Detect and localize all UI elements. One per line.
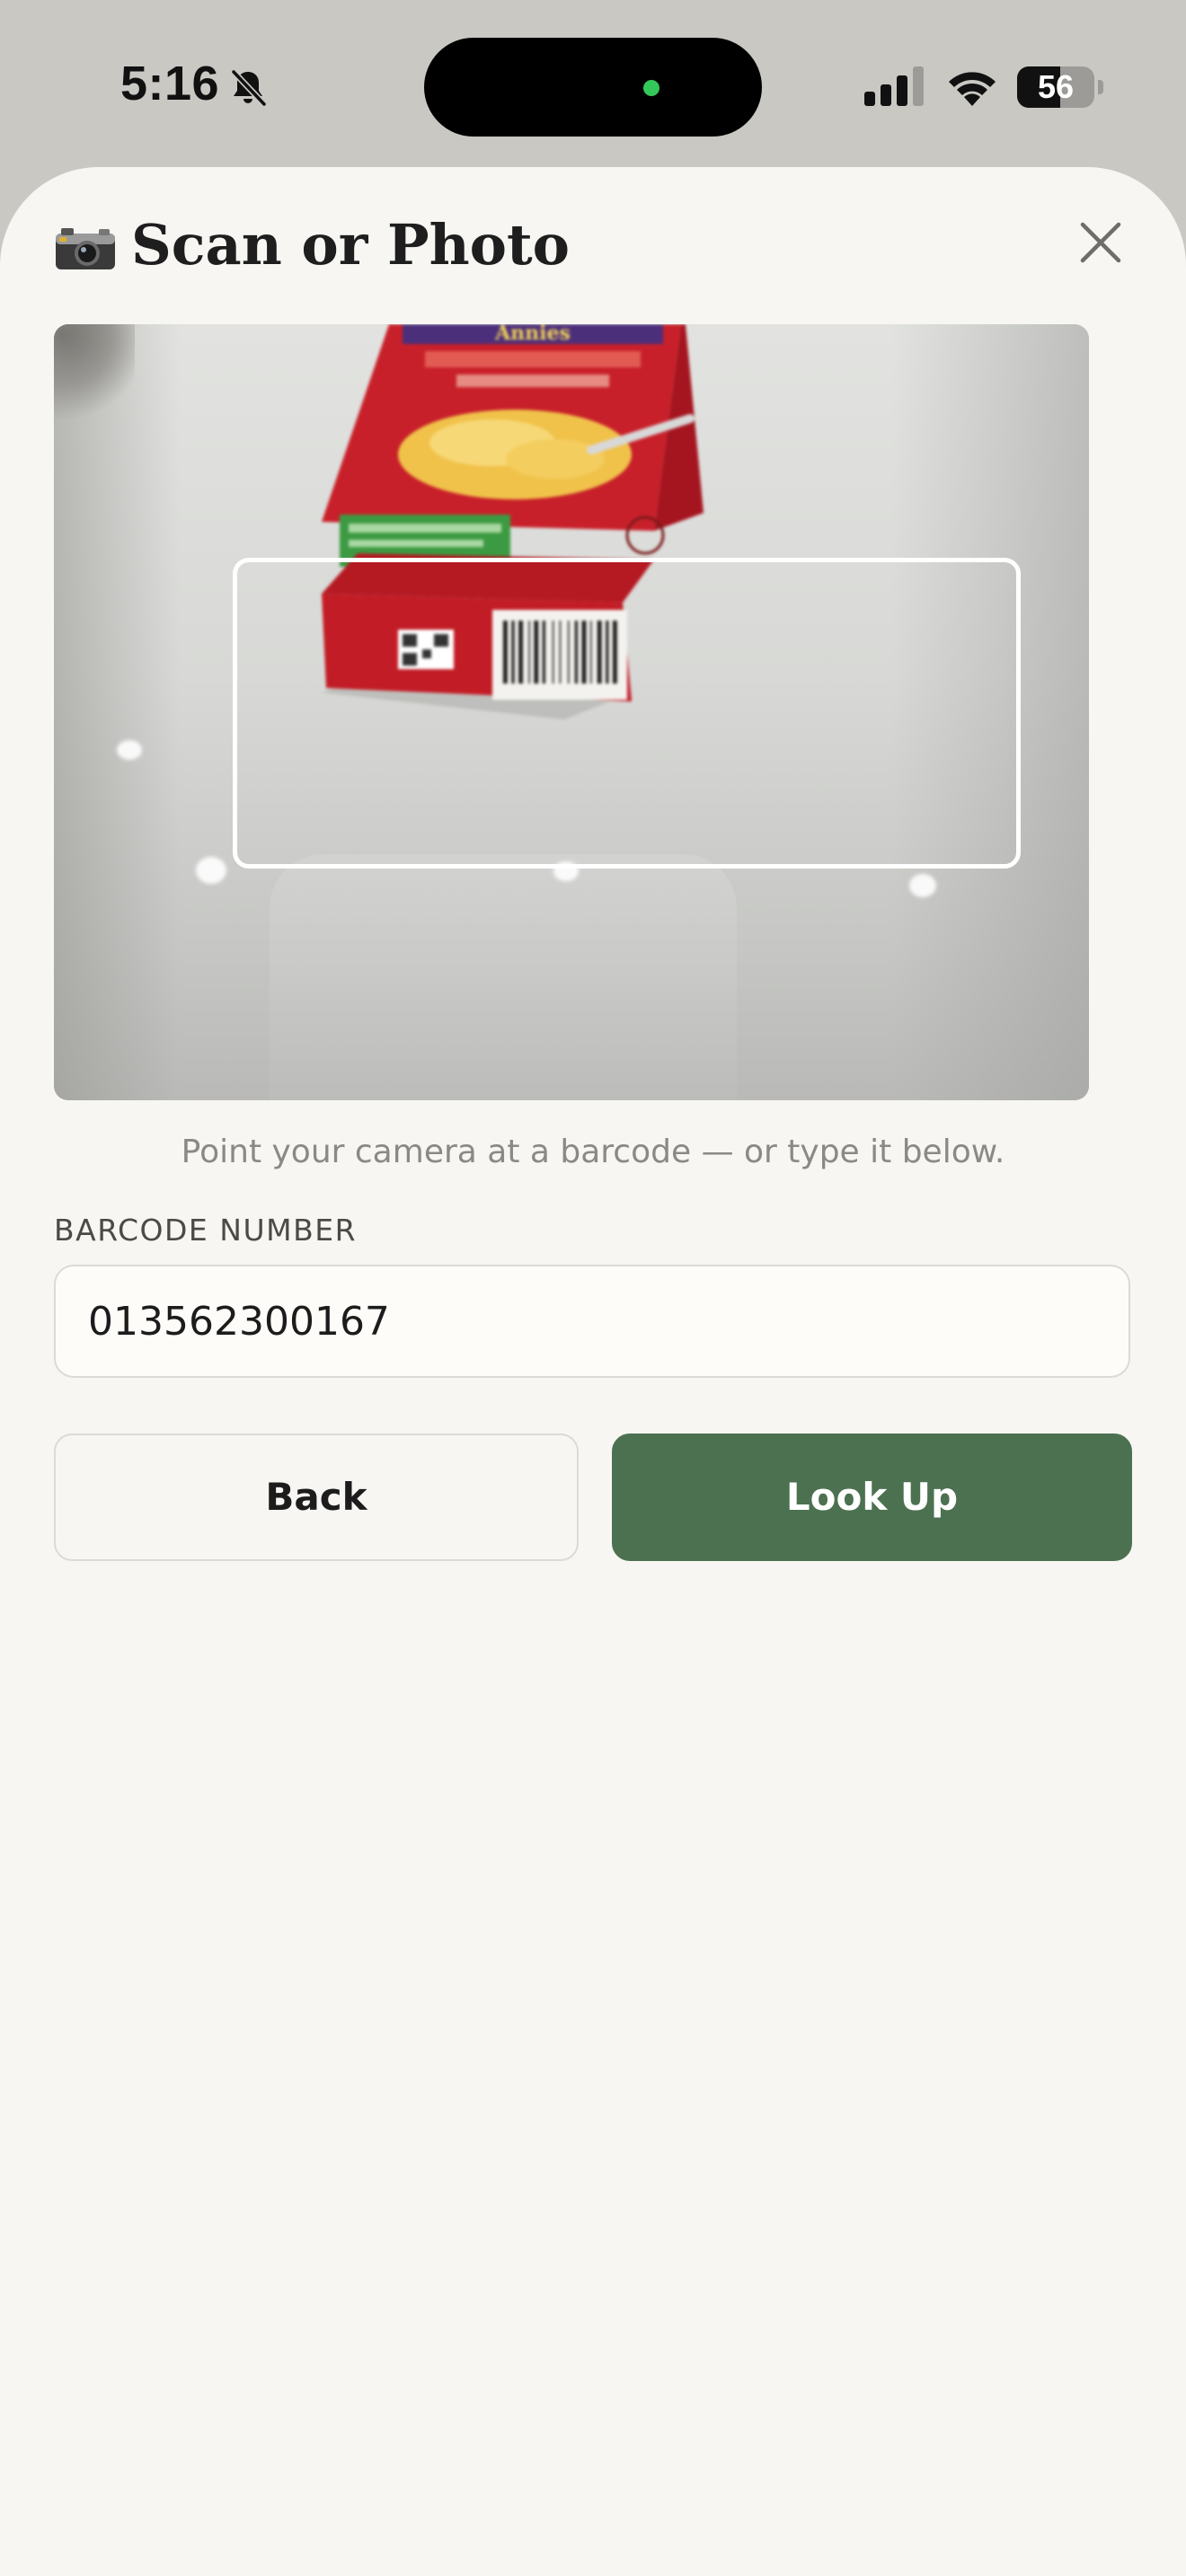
back-button[interactable]: Back: [54, 1434, 579, 1561]
scan-sheet: Scan or Photo Annies Point your camera a…: [0, 167, 1186, 2576]
look-up-button[interactable]: Look Up: [612, 1434, 1132, 1561]
scan-frame: [233, 558, 1021, 869]
camera-in-use-indicator: [643, 80, 659, 96]
barcode-field-label: BARCODE NUMBER: [54, 1213, 357, 1248]
sheet-title: Scan or Photo: [131, 212, 571, 278]
wifi-icon: [949, 72, 996, 106]
close-icon[interactable]: [1074, 216, 1128, 269]
cellular-signal-icon: [864, 66, 924, 106]
battery-icon: 56: [1017, 66, 1103, 108]
scan-hint: Point your camera at a barcode — or type…: [181, 1134, 1005, 1170]
status-bar: 5:16 56: [0, 0, 1186, 167]
bell-slash-icon: [231, 69, 267, 107]
svg-text:Annies: Annies: [494, 324, 571, 345]
barcode-input[interactable]: [54, 1265, 1130, 1378]
camera-icon: [56, 228, 115, 269]
battery-level: 56: [1037, 68, 1075, 105]
dynamic-island: [424, 38, 762, 137]
camera-preview[interactable]: Annies: [54, 324, 1089, 1100]
status-time: 5:16: [120, 57, 220, 110]
